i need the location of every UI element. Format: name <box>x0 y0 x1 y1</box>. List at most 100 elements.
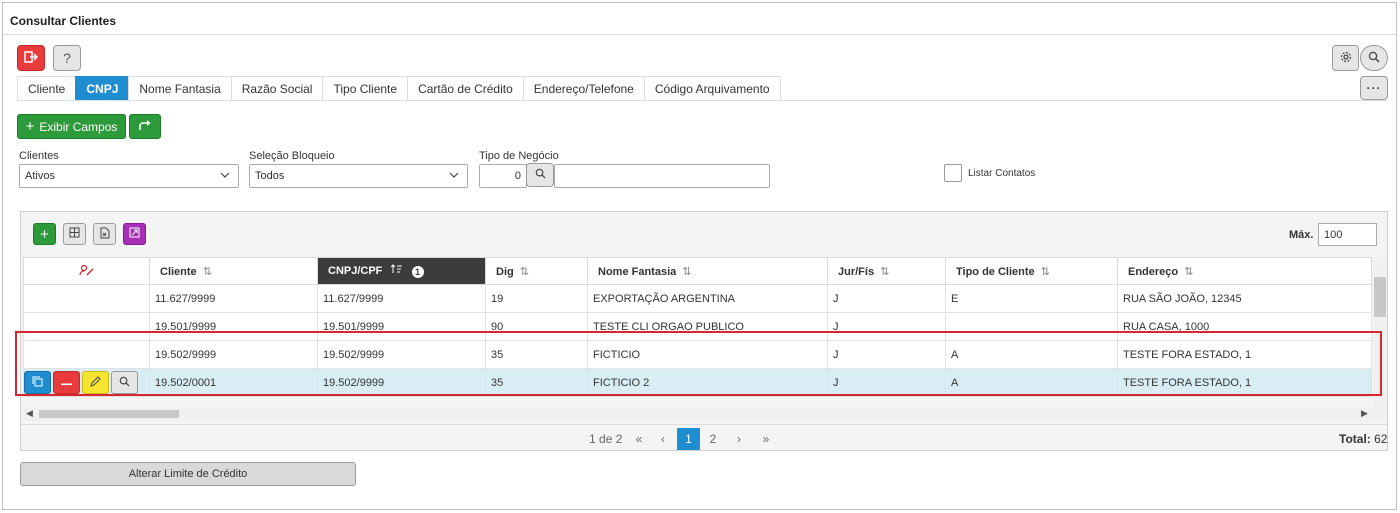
column-header-endereco[interactable]: Endereço ⇅ <box>1117 257 1372 285</box>
negocio-label: Tipo de Negócio <box>479 150 559 162</box>
cell-jur: J <box>827 312 946 341</box>
prev-page-button[interactable]: ‹ <box>658 428 668 450</box>
copy-row-button[interactable] <box>24 371 51 394</box>
tab-tipo-cliente[interactable]: Tipo Cliente <box>322 76 409 101</box>
row-actions-cell <box>23 368 150 397</box>
exit-button[interactable] <box>17 45 45 71</box>
expand-button[interactable] <box>123 223 146 245</box>
negocio-description-field[interactable] <box>554 164 770 188</box>
more-button[interactable]: ··· <box>1360 76 1388 100</box>
vertical-scroll-thumb[interactable] <box>1374 277 1386 317</box>
tab-cliente[interactable]: Cliente <box>17 76 77 101</box>
column-label: Jur/Fís <box>838 265 875 278</box>
sort-icon: ⇅ <box>519 265 529 278</box>
listar-contatos-label: Listar Contatos <box>968 168 1036 179</box>
expand-icon <box>129 227 140 241</box>
search-icon <box>1368 51 1380 66</box>
show-fields-label: Exibir Campos <box>39 119 118 134</box>
alter-credit-limit-button[interactable]: Alterar Limite de Crédito <box>20 462 356 486</box>
listar-contatos-checkbox[interactable] <box>944 164 962 182</box>
settings-button[interactable] <box>1332 45 1359 71</box>
total-count: Total: 62 <box>1339 428 1387 450</box>
share-button[interactable] <box>129 114 161 139</box>
column-header-cnpj[interactable]: CNPJ/CPF 1 <box>317 257 486 285</box>
help-button[interactable]: ? <box>53 45 81 71</box>
clientes-select[interactable]: Ativos <box>19 164 239 188</box>
export-excel-button[interactable] <box>93 223 116 245</box>
cell-dig: 19 <box>485 284 588 313</box>
edit-row-button[interactable] <box>82 371 109 394</box>
user-edit-icon <box>78 264 95 279</box>
scroll-right-icon[interactable]: ▶ <box>1361 408 1368 419</box>
more-icon: ··· <box>1366 81 1382 95</box>
column-header-dig[interactable]: Dig ⇅ <box>485 257 588 285</box>
cell-jur: J <box>827 284 946 313</box>
layout-grid-button[interactable] <box>63 223 86 245</box>
table-row[interactable]: 11.627/9999 11.627/9999 19 EXPORTAÇÃO AR… <box>23 284 1372 313</box>
column-actions-header[interactable] <box>23 257 150 285</box>
search-button[interactable] <box>1360 45 1388 71</box>
window: Consultar Clientes ? ··· Cliente CNPJ No… <box>2 2 1397 510</box>
cell-cliente: 19.502/0001 <box>149 368 318 397</box>
grid-table: Cliente ⇅ CNPJ/CPF 1 Dig ⇅ Nome Fantasia ⇅ … <box>23 257 1372 397</box>
cell-cliente: 19.502/9999 <box>149 340 318 369</box>
column-label: Cliente <box>160 265 197 278</box>
total-value: 62 <box>1374 432 1388 446</box>
negocio-code-input[interactable]: 0 <box>479 164 527 188</box>
cell-tipo: A <box>945 340 1118 369</box>
exit-icon <box>24 50 39 67</box>
horizontal-scrollbar[interactable]: ◀ ▶ <box>23 407 1387 421</box>
column-header-jur-fis[interactable]: Jur/Fís ⇅ <box>827 257 946 285</box>
tab-cartao-credito[interactable]: Cartão de Crédito <box>407 76 524 101</box>
tab-nome-fantasia[interactable]: Nome Fantasia <box>128 76 232 101</box>
chevron-down-icon <box>449 170 459 183</box>
tab-bar: Cliente CNPJ Nome Fantasia Razão Social … <box>17 76 781 101</box>
show-fields-button[interactable]: + Exibir Campos <box>17 114 126 139</box>
page-title: Consultar Clientes <box>10 14 117 28</box>
cell-fantasia: FICTICIO <box>587 340 828 369</box>
chevron-down-icon <box>220 170 230 183</box>
delete-row-button[interactable] <box>53 371 80 394</box>
tab-cnpj[interactable]: CNPJ <box>75 76 130 101</box>
negocio-value: 0 <box>514 170 521 182</box>
negocio-lookup-button[interactable] <box>526 163 554 187</box>
last-page-button[interactable]: » <box>759 428 773 450</box>
clientes-label: Clientes <box>19 150 59 162</box>
cell-dig: 35 <box>485 340 588 369</box>
cell-cliente: 11.627/9999 <box>149 284 318 313</box>
max-input[interactable]: 100 <box>1318 223 1377 246</box>
column-header-tipo-cliente[interactable]: Tipo de Cliente ⇅ <box>945 257 1118 285</box>
next-page-button[interactable]: › <box>734 428 744 450</box>
column-header-nome-fantasia[interactable]: Nome Fantasia ⇅ <box>587 257 828 285</box>
table-row-selected[interactable]: 19.502/0001 19.502/9999 35 FICTICIO 2 J … <box>23 368 1372 397</box>
page-2-button[interactable]: 2 <box>706 428 720 450</box>
page-1-button[interactable]: 1 <box>677 428 700 450</box>
vertical-scrollbar[interactable] <box>1373 257 1387 407</box>
first-page-button[interactable]: « <box>632 428 646 450</box>
sort-icon: ⇅ <box>1184 265 1194 278</box>
column-header-cliente[interactable]: Cliente ⇅ <box>149 257 318 285</box>
file-excel-icon <box>100 227 110 242</box>
column-label: Dig <box>496 265 514 278</box>
cell-fantasia: FICTICIO 2 <box>587 368 828 397</box>
cell-endereco: RUA CASA, 1000 <box>1117 312 1372 341</box>
tab-endereco-telefone[interactable]: Endereço/Telefone <box>522 76 645 101</box>
share-icon <box>138 119 152 134</box>
table-row[interactable]: 19.502/9999 19.502/9999 35 FICTICIO J A … <box>23 340 1372 369</box>
bloqueio-select[interactable]: Todos <box>249 164 468 188</box>
view-row-button[interactable] <box>111 371 138 394</box>
tab-razao-social[interactable]: Razão Social <box>230 76 324 101</box>
plus-icon: + <box>40 225 49 243</box>
max-label: Máx. <box>1289 229 1314 241</box>
tab-codigo-arquivamento[interactable]: Código Arquivamento <box>643 76 781 101</box>
cell-endereco: TESTE FORA ESTADO, 1 <box>1117 340 1372 369</box>
results-grid: + Máx. 100 Cliente ⇅ CNPJ/CPF 1 Dig ⇅ No… <box>20 211 1388 451</box>
table-row[interactable]: 19.501/9999 19.501/9999 90 TESTE CLI ORG… <box>23 312 1372 341</box>
row-actions-cell <box>23 312 150 341</box>
cell-jur: J <box>827 340 946 369</box>
scroll-left-icon[interactable]: ◀ <box>26 408 33 419</box>
horizontal-scroll-thumb[interactable] <box>39 410 179 418</box>
add-row-button[interactable]: + <box>33 223 56 245</box>
cell-tipo: A <box>945 368 1118 397</box>
sort-order-badge: 1 <box>411 265 424 278</box>
